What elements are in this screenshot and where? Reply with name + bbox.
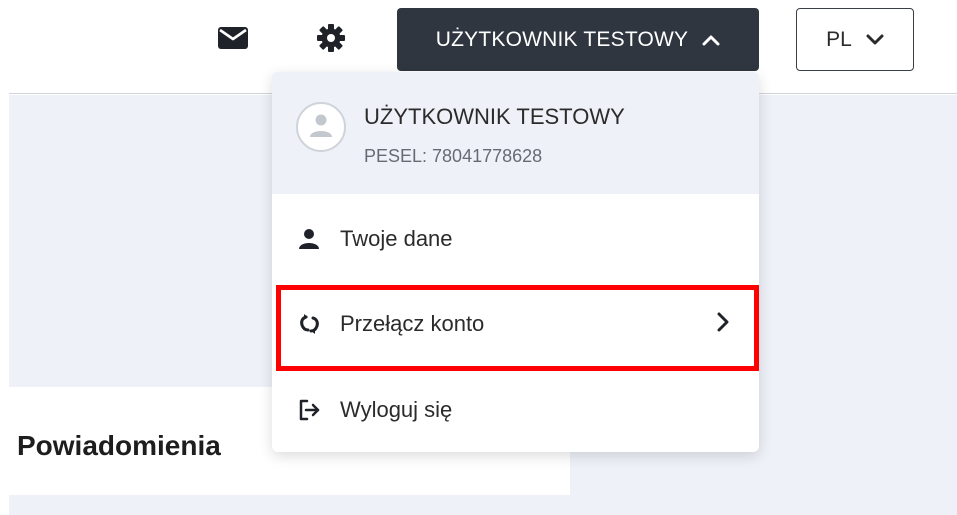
avatar-person-icon [308, 112, 334, 143]
content-panel-bottom [9, 495, 570, 515]
chevron-up-icon [702, 28, 720, 52]
menu-item-switch-account[interactable]: Przełącz konto [272, 282, 759, 366]
gear-icon [316, 23, 346, 58]
menu-item-label: Wyloguj się [340, 397, 453, 422]
page: Powiadomienia UŻYTKOWNIK TESTOWY PL UŻYT… [0, 0, 957, 515]
user-name: UŻYTKOWNIK TESTOWY [364, 104, 625, 129]
user-dropdown-menu: UŻYTKOWNIK TESTOWY PESEL: 78041778628 Tw… [272, 72, 759, 452]
section-title: Powiadomienia [17, 430, 221, 461]
switch-account-icon [298, 313, 326, 335]
menu-item-label: Twoje dane [340, 226, 453, 251]
chevron-right-icon [717, 312, 729, 338]
avatar [296, 102, 346, 152]
menu-item-your-data[interactable]: Twoje dane [272, 197, 759, 281]
user-icon [298, 228, 326, 250]
language-select[interactable]: PL [796, 8, 914, 71]
chevron-down-icon [866, 28, 884, 52]
user-menu-button[interactable]: UŻYTKOWNIK TESTOWY [397, 8, 759, 71]
messages-button[interactable] [213, 20, 253, 60]
envelope-icon [217, 26, 249, 55]
user-pesel: PESEL: 78041778628 [364, 146, 543, 166]
logout-icon [298, 399, 326, 421]
user-info-header: UŻYTKOWNIK TESTOWY PESEL: 78041778628 [272, 72, 759, 194]
language-label: PL [826, 27, 852, 51]
settings-button[interactable] [311, 20, 351, 60]
menu-item-logout[interactable]: Wyloguj się [272, 368, 759, 452]
user-button-label: UŻYTKOWNIK TESTOWY [435, 27, 689, 51]
menu-item-label: Przełącz konto [340, 311, 485, 336]
